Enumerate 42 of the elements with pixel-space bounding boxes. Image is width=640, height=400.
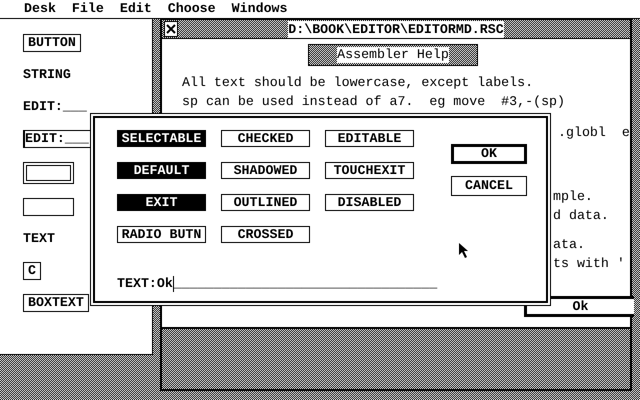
resource-button[interactable]: C xyxy=(23,262,41,280)
resource-text[interactable]: TEXT xyxy=(23,230,90,248)
flag-button[interactable]: DISABLED xyxy=(325,194,414,211)
outlined-box[interactable] xyxy=(23,162,74,184)
text-cursor-icon xyxy=(172,276,174,292)
flag-button[interactable]: RADIO BUTN xyxy=(117,226,206,243)
help-text-line: mple. xyxy=(553,188,593,206)
field-label: TEXT: xyxy=(117,274,157,293)
help-text-line: ata. xyxy=(553,236,585,254)
help-text-line: ts with ' xyxy=(553,255,625,273)
field-value: Ok xyxy=(156,274,173,293)
window-title: D:\BOOK\EDITOR\EDITORMD.RSC xyxy=(288,20,504,38)
flag-button[interactable]: SHADOWED xyxy=(221,162,310,179)
menu-item[interactable]: Windows xyxy=(232,0,288,18)
flag-button[interactable]: SELECTABLE xyxy=(117,130,206,147)
dialog-button[interactable]: CANCEL xyxy=(451,176,527,196)
help-text-line: .globl e xyxy=(558,124,630,142)
flag-button[interactable]: TOUCHEXIT xyxy=(325,162,414,179)
flag-button[interactable]: DEFAULT xyxy=(117,162,206,179)
menu-item[interactable]: Edit xyxy=(120,0,152,18)
flag-button[interactable]: EDITABLE xyxy=(325,130,414,147)
resource-button[interactable]: BUTTON xyxy=(23,34,81,52)
menu-item[interactable]: Choose xyxy=(168,0,216,18)
field-blanks: _________________________________ xyxy=(174,274,438,293)
help-text-line: sp can be used instead of a7. eg move #3,-(sp) xyxy=(182,93,566,111)
flag-button[interactable]: EXIT xyxy=(117,194,206,211)
mouse-pointer-icon xyxy=(459,243,469,259)
help-text-line: All text should be lowercase, except labels. xyxy=(182,74,534,92)
flag-button[interactable]: CHECKED xyxy=(221,130,310,147)
menu-item[interactable]: File xyxy=(72,0,104,18)
help-title: Assembler Help xyxy=(337,47,449,63)
text-field[interactable]: TEXT:Ok_________________________________ xyxy=(117,274,438,293)
resource-text[interactable]: STRING xyxy=(23,66,90,84)
flag-button[interactable]: CROSSED xyxy=(221,226,310,243)
flag-button[interactable]: OUTLINED xyxy=(221,194,310,211)
resource-text[interactable]: EDIT:___ xyxy=(23,98,90,116)
close-icon[interactable] xyxy=(164,21,178,37)
menu-item[interactable]: Desk xyxy=(24,0,56,18)
empty-box[interactable] xyxy=(23,198,74,216)
resource-button[interactable]: BOXTEXT xyxy=(23,294,89,312)
dialog-button[interactable]: OK xyxy=(451,144,527,164)
help-text-line: d data. xyxy=(553,207,609,225)
